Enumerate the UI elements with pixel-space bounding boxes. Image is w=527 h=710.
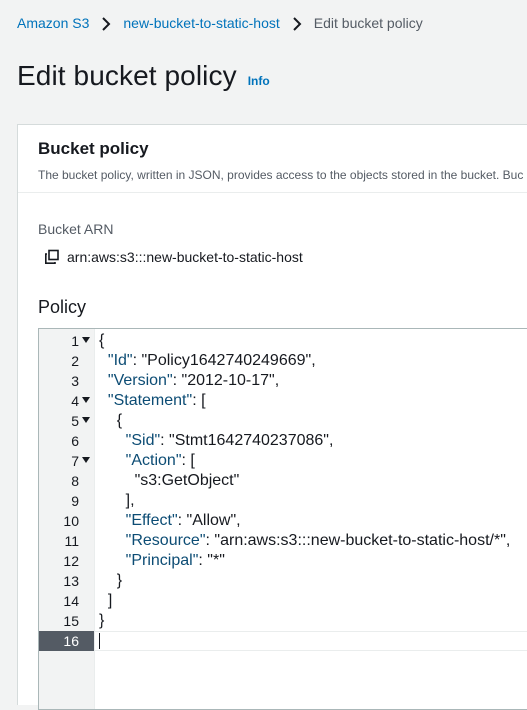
code-text: } bbox=[99, 572, 123, 589]
bucket-arn-row: arn:aws:s3:::new-bucket-to-static-host bbox=[44, 249, 303, 265]
code-text: "Statement": [ bbox=[107, 392, 206, 409]
bucket-arn-value: arn:aws:s3:::new-bucket-to-static-host bbox=[67, 249, 303, 265]
code-text: "Sid": "Stmt1642740237086", bbox=[125, 432, 334, 449]
breadcrumb-current: Edit bucket policy bbox=[313, 15, 423, 31]
line-number: 8 bbox=[71, 473, 79, 489]
line-number: 9 bbox=[71, 493, 79, 509]
code-text: "Version": "2012-10-17", bbox=[107, 372, 280, 389]
fold-arrow-icon[interactable] bbox=[82, 417, 90, 423]
line-number: 15 bbox=[63, 613, 79, 629]
line-number: 13 bbox=[63, 573, 79, 589]
code-text: "s3:GetObject" bbox=[99, 472, 240, 489]
fold-arrow-icon[interactable] bbox=[82, 397, 90, 403]
code-text: "Action": [ bbox=[125, 452, 195, 469]
info-link[interactable]: Info bbox=[248, 74, 270, 88]
line-number: 16 bbox=[63, 633, 79, 649]
policy-editor[interactable]: 1 {2 "Id": "Policy1642740249669", 3 "Versi… bbox=[38, 328, 527, 710]
code-line[interactable]: 1 bbox=[39, 331, 527, 351]
line-number: 12 bbox=[63, 553, 79, 569]
line-number: 5 bbox=[71, 413, 79, 429]
line-number: 4 bbox=[71, 393, 79, 409]
code-line[interactable]: 15 bbox=[39, 611, 527, 631]
code-text: { bbox=[99, 412, 123, 429]
breadcrumb-amazon-s3[interactable]: Amazon S3 bbox=[17, 15, 89, 31]
chevron-right-icon bbox=[95, 15, 117, 31]
panel-header: Bucket policy The bucket policy, written… bbox=[18, 125, 527, 193]
bucket-arn-label: Bucket ARN bbox=[38, 221, 114, 237]
code-text: ], bbox=[99, 492, 135, 509]
line-number: 14 bbox=[63, 593, 79, 609]
page-header: Edit bucket policy Info bbox=[17, 60, 270, 92]
line-number: 7 bbox=[71, 453, 79, 469]
code-text: "Principal": "*" bbox=[125, 552, 225, 569]
breadcrumb-bucket[interactable]: new-bucket-to-static-host bbox=[123, 15, 279, 31]
active-line-highlight bbox=[94, 631, 527, 651]
panel-title: Bucket policy bbox=[38, 139, 149, 158]
line-number: 6 bbox=[71, 433, 79, 449]
policy-label: Policy bbox=[38, 297, 87, 317]
text-cursor bbox=[99, 633, 100, 649]
bucket-policy-panel: Bucket policy The bucket policy, written… bbox=[17, 124, 527, 710]
fold-arrow-icon[interactable] bbox=[82, 337, 90, 343]
code-text: "Effect": "Allow", bbox=[125, 512, 241, 529]
code-text: "Id": "Policy1642740249669", bbox=[107, 352, 316, 369]
code-text: } bbox=[99, 612, 105, 629]
code-text: "Resource": "arn:aws:s3:::new-bucket-to-… bbox=[125, 532, 511, 549]
copy-icon[interactable] bbox=[44, 249, 60, 265]
chevron-right-icon bbox=[286, 15, 308, 31]
line-number: 2 bbox=[71, 353, 79, 369]
code-text: { bbox=[99, 332, 105, 349]
code-text: ] bbox=[99, 592, 113, 609]
line-number: 11 bbox=[64, 533, 79, 549]
panel-description: The bucket policy, written in JSON, prov… bbox=[38, 168, 524, 182]
code-line[interactable]: 16 bbox=[39, 631, 94, 651]
line-number: 10 bbox=[63, 513, 79, 529]
breadcrumb: Amazon S3 new-bucket-to-static-host Edit… bbox=[17, 12, 423, 34]
line-number: 1 bbox=[71, 333, 79, 349]
fold-arrow-icon[interactable] bbox=[82, 457, 90, 463]
page-title: Edit bucket policy bbox=[17, 60, 237, 91]
line-number: 3 bbox=[71, 373, 79, 389]
